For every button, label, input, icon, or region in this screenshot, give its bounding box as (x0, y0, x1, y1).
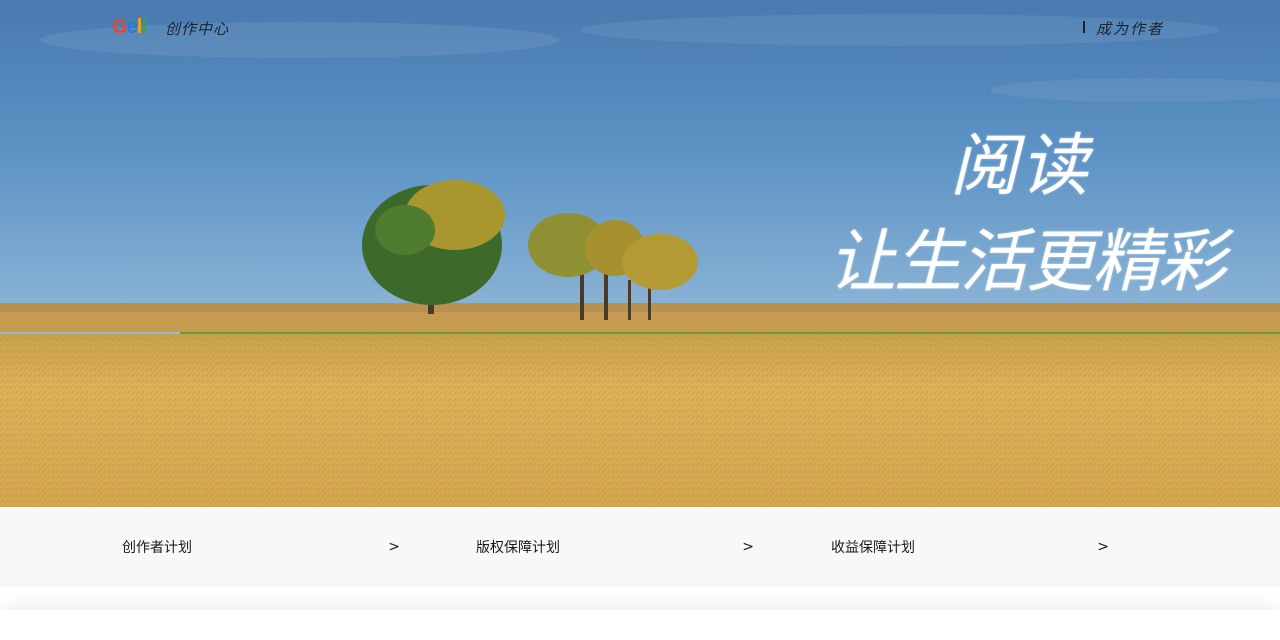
plan-label: 创作者计划 (122, 540, 192, 556)
gelin-logo[interactable]: Geli (112, 14, 147, 40)
become-author-link[interactable]: 成为作者 (1096, 18, 1164, 39)
logo-letter: G (112, 15, 128, 38)
logo-letter: e (126, 15, 138, 38)
content-card (0, 610, 1280, 640)
plan-item-income[interactable]: 收益保障计划 > (831, 507, 1109, 587)
chevron-right-icon: > (1097, 539, 1109, 555)
hero-banner: Geli 创作中心 成为作者 阅读 让生活更精彩 (0, 0, 1280, 507)
plan-item-copyright[interactable]: 版权保障计划 > (476, 507, 754, 587)
hero-slogan-line1: 阅读 (950, 127, 1091, 206)
chevron-right-icon: > (388, 539, 400, 555)
chevron-right-icon: > (742, 539, 754, 555)
plan-label: 版权保障计划 (476, 540, 560, 556)
hero-slogan-line2: 让生活更精彩 (828, 223, 1226, 302)
logo-letter: i (141, 15, 146, 38)
plan-item-creator[interactable]: 创作者计划 > (122, 507, 400, 587)
creator-center-title: 创作中心 (165, 20, 230, 38)
plan-label: 收益保障计划 (831, 540, 915, 556)
header-divider (1083, 21, 1085, 33)
plan-strip: 创作者计划 > 版权保障计划 > 收益保障计划 > (0, 507, 1280, 587)
